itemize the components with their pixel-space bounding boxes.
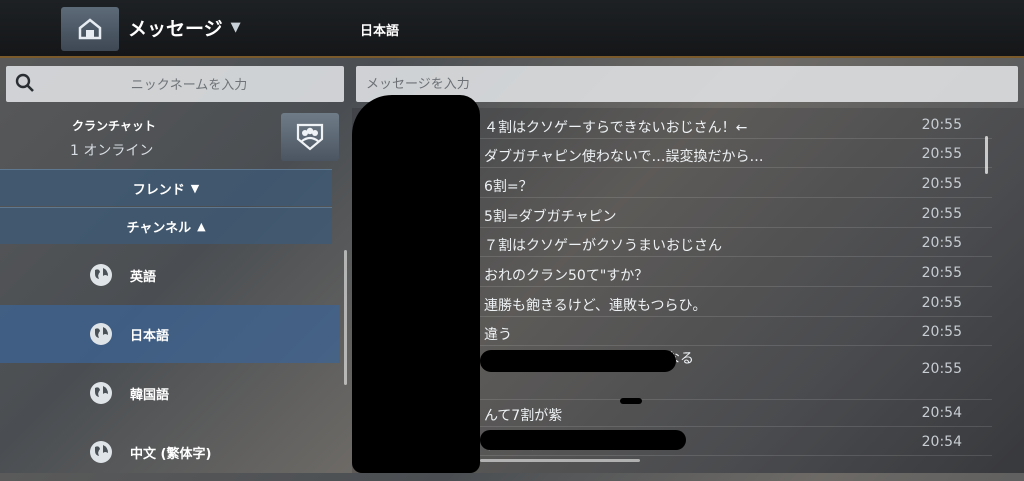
message-text: ４割はクソゲーすらできないおじさん！← <box>484 120 748 136</box>
message-time: 20:55 <box>921 235 962 251</box>
channel-section[interactable]: チャンネル ▲ <box>0 207 332 244</box>
friends-section[interactable]: フレンド ▼ <box>0 169 332 206</box>
nickname-search <box>6 66 344 104</box>
redaction-block <box>620 398 642 404</box>
home-icon <box>78 18 102 40</box>
message-time: 20:55 <box>921 361 962 377</box>
message-text: おれのクラン50て"すか？ <box>484 268 649 284</box>
channel-item-japanese[interactable]: 日本語 <box>0 305 340 363</box>
redaction-block <box>480 430 686 450</box>
message-time: 20:55 <box>921 206 962 222</box>
channel-item-korean[interactable]: 韓国語 <box>0 364 340 422</box>
message-time: 20:55 <box>921 146 962 162</box>
page-title: メッセージ <box>128 18 223 40</box>
message-time: 20:54 <box>921 405 962 421</box>
message-text: 6割=？ <box>484 179 533 195</box>
clan-online-count: 1 オンライン <box>70 143 154 159</box>
messages-menu[interactable]: メッセージ ▼ <box>128 14 241 41</box>
channel-item-english[interactable]: 英語 <box>0 246 340 304</box>
redaction-block <box>480 350 676 372</box>
message-time: 20:55 <box>921 117 962 133</box>
chat-horizontal-scrollbar[interactable] <box>480 459 640 462</box>
chevron-down-icon: ▼ <box>230 20 241 35</box>
search-icon <box>15 73 34 92</box>
friends-label: フレンド <box>132 182 185 198</box>
channel-item-chinese[interactable]: 中文 (繁体字) <box>0 423 340 481</box>
nickname-input[interactable] <box>42 66 336 104</box>
message-text: 連勝も飽きるけど、連敗もつらひ。 <box>484 298 707 314</box>
message-text: んて7割が紫 <box>484 408 563 424</box>
globe-icon <box>90 382 112 404</box>
top-bar: メッセージ ▼ 日本語 <box>0 0 1024 58</box>
message-text: 5割=ダブガチャピン <box>484 209 617 225</box>
message-text: ７割はクソゲーがクソうまいおじさん <box>484 238 722 254</box>
message-time: 20:55 <box>921 324 962 340</box>
channel-label-japanese: 日本語 <box>130 328 170 344</box>
clan-chat-label: クランチャット <box>72 119 156 133</box>
chevron-up-icon: ▲ <box>197 219 206 233</box>
message-time: 20:54 <box>921 434 962 450</box>
message-time: 20:55 <box>921 176 962 192</box>
globe-icon <box>90 323 112 345</box>
channel-label-english: 英語 <box>130 269 157 285</box>
message-text: ダブガチャピン使わないで…誤変換だから… <box>484 149 764 165</box>
clan-button[interactable] <box>281 113 339 161</box>
globe-icon <box>90 264 112 286</box>
redaction-block <box>352 95 480 473</box>
channel-label: チャンネル <box>126 220 192 236</box>
clan-icon <box>296 123 324 151</box>
chat-scrollbar[interactable] <box>985 136 988 174</box>
globe-icon <box>90 441 112 463</box>
message-text: 違う <box>484 327 512 343</box>
channel-label-korean: 韓国語 <box>130 387 170 403</box>
channel-label-chinese: 中文 (繁体字) <box>130 446 212 462</box>
chevron-down-icon: ▼ <box>190 181 200 195</box>
current-language: 日本語 <box>360 24 400 39</box>
sidebar-scrollbar[interactable] <box>344 250 347 385</box>
message-time: 20:55 <box>921 295 962 311</box>
home-button[interactable] <box>61 7 119 51</box>
clan-chat[interactable]: クランチャット 1 オンライン <box>0 110 350 170</box>
message-time: 20:55 <box>921 265 962 281</box>
